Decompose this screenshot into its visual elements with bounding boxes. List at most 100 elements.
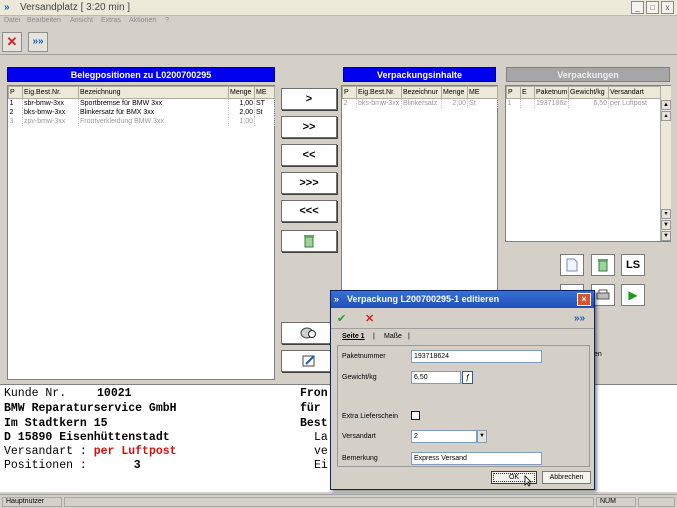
status-num: NUM — [596, 497, 636, 507]
close-icon[interactable]: ✕ — [2, 32, 22, 52]
package-search-button[interactable] — [281, 322, 337, 344]
kunde-label: Kunde Nr. — [4, 387, 67, 400]
right-text-1: Fron — [300, 387, 328, 400]
dialog-forward-icon[interactable]: »» — [574, 313, 585, 324]
gewicht-label: Gewicht/kg — [342, 374, 377, 381]
scroll-page-down-icon[interactable]: ▼ — [661, 220, 671, 230]
tab-separator: | — [373, 333, 375, 340]
cell: 1 — [8, 98, 23, 108]
column-header[interactable]: Gewicht/kg — [568, 86, 609, 99]
cell: 1,00 — [228, 117, 255, 126]
delete-package-button[interactable] — [591, 254, 615, 276]
menu-bearbeiten[interactable]: Bearbeiten — [27, 17, 61, 24]
verpackungen-scrollbar[interactable]: ▲ ▴ ▾ ▼ ▼ — [660, 86, 671, 241]
tab-masse[interactable]: Maße — [384, 333, 402, 340]
move-one-right-button[interactable]: > — [281, 88, 337, 110]
status-user: Hauptnutzer — [2, 497, 62, 507]
cell: 1,00 — [228, 98, 255, 108]
verpackungen-title: Verpackungen — [557, 70, 619, 80]
move-selected-right-button[interactable]: >> — [281, 116, 337, 138]
edit-package-dialog: Verpackung L200700295-1 editieren » × ✔ … — [330, 290, 595, 490]
scroll-up-icon[interactable]: ▴ — [661, 111, 671, 121]
versandart-select[interactable]: 2 — [411, 430, 477, 443]
cell: Blinkersatz — [401, 98, 442, 108]
paketnummer-label: Paketnummer — [342, 353, 386, 360]
table-row[interactable]: 1 sbr-bmw-3xx Sportbremse für BMW 3xx 1,… — [8, 98, 275, 108]
cell: St — [467, 98, 498, 108]
scroll-top-icon[interactable]: ▲ — [661, 100, 671, 110]
column-header[interactable]: ME — [467, 86, 498, 99]
dialog-close-button[interactable]: × — [577, 293, 591, 306]
edit-note-button[interactable] — [281, 350, 337, 372]
customer-name: BMW Reparaturservice GmbH — [4, 402, 177, 415]
menu-extras[interactable]: Extras — [101, 17, 121, 24]
new-package-button[interactable] — [560, 254, 584, 276]
menu-ansicht[interactable]: Ansicht — [70, 17, 93, 24]
column-header[interactable]: Versandart — [608, 86, 661, 99]
menu-help[interactable]: ? — [165, 17, 169, 24]
status-extra — [638, 497, 675, 507]
column-header[interactable]: Menge — [441, 86, 468, 99]
bemerkung-input[interactable]: Express Versand — [411, 452, 542, 465]
positionen-line: Positionen : 3 — [4, 459, 141, 472]
scroll-down-icon[interactable]: ▾ — [661, 209, 671, 219]
cell: ST — [254, 98, 275, 108]
column-header[interactable]: Paketnum — [534, 86, 569, 99]
menu-datei[interactable]: Datei — [4, 17, 20, 24]
cancel-icon[interactable]: ✕ — [365, 312, 374, 325]
cell: Sportbremse für BMW 3xx — [78, 98, 229, 108]
cell: sbr-bmw-3xx — [22, 98, 79, 108]
table-row[interactable]: 2 bks-bmw-3xx Blinkersatz für BMX 3xx 2,… — [8, 108, 275, 117]
move-selected-left-button[interactable]: << — [281, 144, 337, 166]
minimize-button[interactable]: _ — [631, 1, 644, 14]
move-all-right-button[interactable]: >>> — [281, 172, 337, 194]
table-row[interactable]: 2 bks-bmw-3xx Blinkersatz 2,00 St — [342, 98, 498, 108]
column-header[interactable]: Menge — [228, 86, 255, 99]
scroll-bottom-icon[interactable]: ▼ — [661, 231, 671, 241]
verpackungen-header: Verpackungen — [506, 67, 670, 82]
lieferschein-button[interactable]: LS — [621, 254, 645, 276]
positionen-value: 3 — [133, 459, 141, 472]
table-row[interactable]: 3 zpv-bmw-3xx Frontverkleidung BMW 3xx 1… — [8, 117, 275, 126]
chevron-down-icon[interactable]: ▼ — [477, 430, 487, 443]
close-window-button[interactable]: x — [661, 1, 674, 14]
gewicht-input[interactable]: 6,50 — [411, 371, 461, 384]
calculate-weight-button[interactable]: ƒ — [462, 371, 473, 384]
column-header[interactable]: ME — [254, 86, 275, 99]
column-header[interactable]: P — [8, 86, 23, 99]
move-all-left-button[interactable]: <<< — [281, 200, 337, 222]
extra-lieferschein-checkbox[interactable] — [411, 411, 420, 420]
box-search-icon — [300, 327, 316, 339]
forward-icon[interactable]: »» — [28, 32, 48, 52]
table-header: P Eig.Best.Nr. Bezeichnung Menge ME — [8, 86, 275, 99]
belegpositionen-list[interactable]: P Eig.Best.Nr. Bezeichnung Menge ME 1 sb… — [7, 85, 275, 380]
confirm-icon[interactable]: ✔ — [337, 312, 346, 325]
verpackungen-table: P E Paketnum Gewicht/kg Versandart 1 193… — [506, 86, 661, 108]
column-header[interactable]: Eig.Best.Nr. — [22, 86, 79, 99]
verpackungsinhalte-header: Verpackungsinhalte — [343, 67, 496, 82]
cell: 2,00 — [441, 98, 468, 108]
title-bar: » Versandplatz [ 3:20 min ] _ □ x — [0, 0, 677, 16]
cell: 6,50 — [568, 98, 609, 108]
column-header[interactable]: P — [506, 86, 521, 99]
cell — [520, 98, 535, 108]
verpackungen-list[interactable]: P E Paketnum Gewicht/kg Versandart 1 193… — [505, 85, 671, 242]
tab-seite-1[interactable]: Seite 1 — [342, 333, 365, 340]
dialog-app-icon: » — [334, 294, 340, 304]
column-header[interactable]: E — [520, 86, 535, 99]
column-header[interactable]: Bezeichnung — [78, 86, 229, 99]
right-text-5: ve — [314, 445, 328, 458]
window-title: Versandplatz [ 3:20 min ] — [20, 2, 131, 13]
column-header[interactable]: Bezeichnur — [401, 86, 442, 99]
paketnummer-input[interactable]: 193718624 — [411, 350, 542, 363]
maximize-button[interactable]: □ — [646, 1, 659, 14]
delete-button[interactable] — [281, 230, 337, 252]
column-header[interactable]: Eig.Best.Nr. — [356, 86, 402, 99]
table-row[interactable]: 1 1937186z 6,50 per Luftpost — [506, 98, 661, 108]
abbrechen-button[interactable]: Abbrechen — [542, 471, 591, 484]
cell — [254, 117, 275, 126]
bemerkung-label: Bemerkung — [342, 455, 378, 462]
play-icon[interactable]: ▶ — [621, 284, 645, 306]
column-header[interactable]: P — [342, 86, 357, 99]
menu-aktionen[interactable]: Aktionen — [129, 17, 156, 24]
